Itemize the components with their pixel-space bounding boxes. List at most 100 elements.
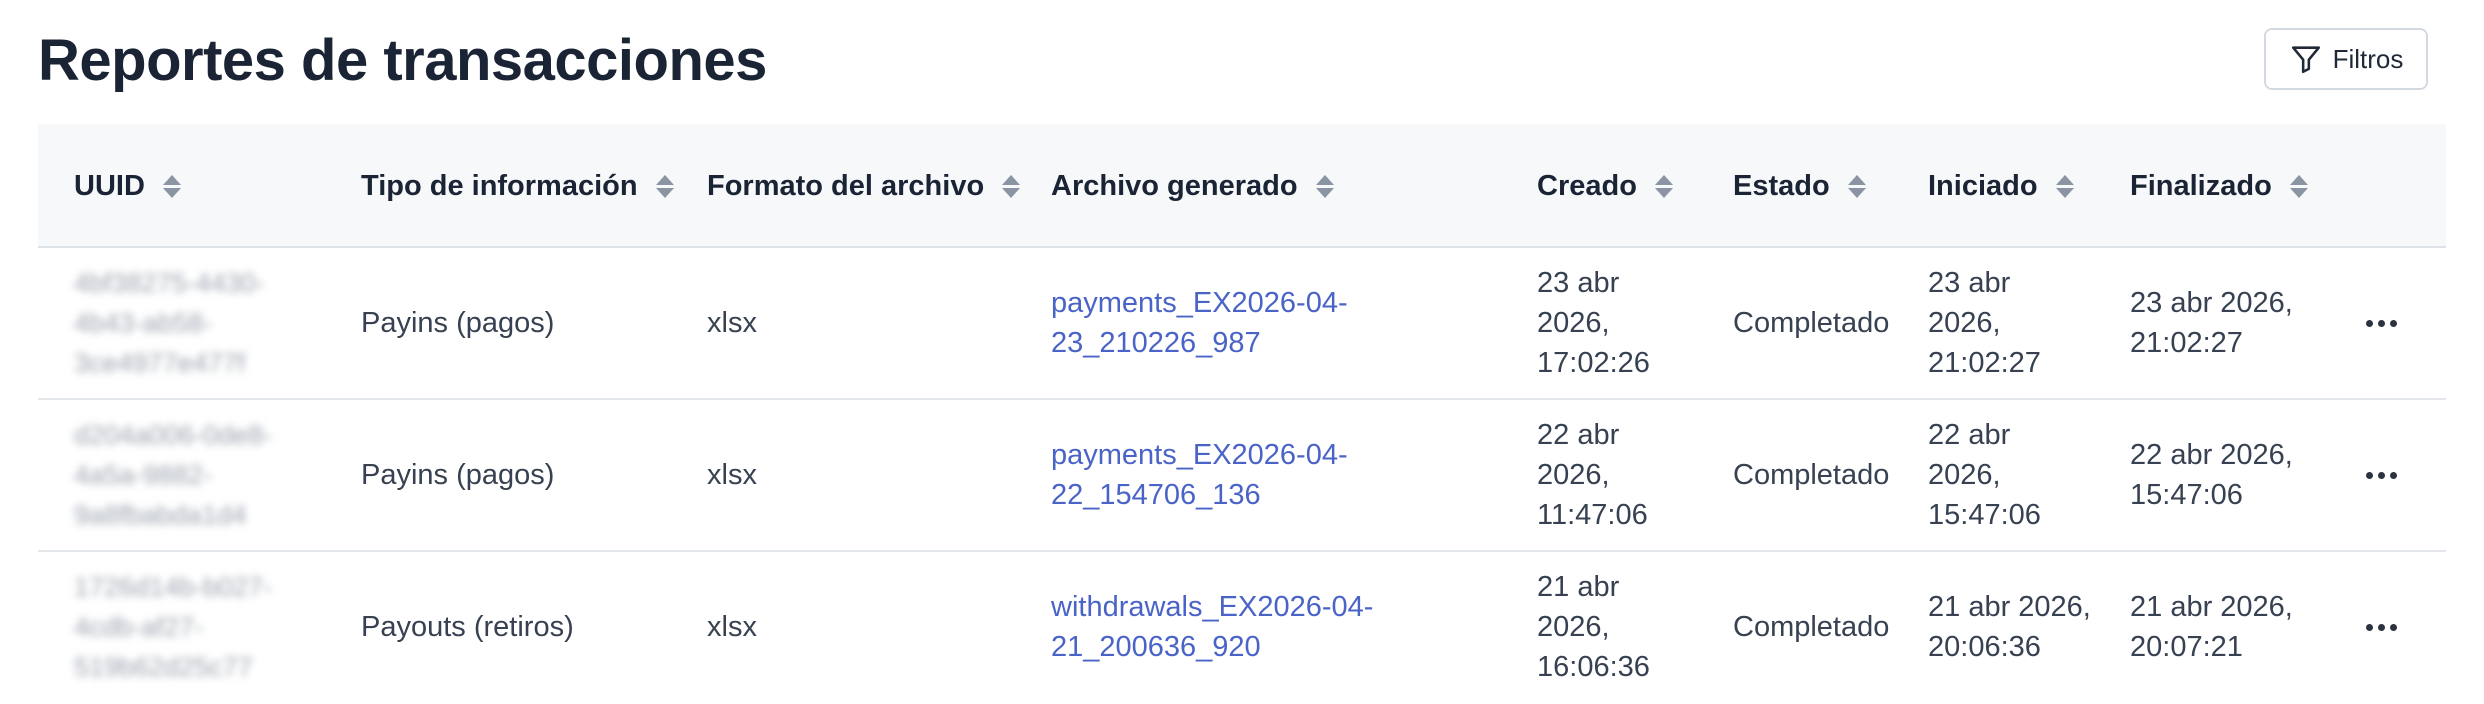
file-link-text: withdrawals_EX2026-04- [1051, 591, 1374, 623]
uuid-text: 519b62d25c77 [74, 652, 253, 682]
created-text: 2026, [1537, 307, 1610, 339]
table-header: UUID Tipo de información Formato del arc… [38, 124, 2446, 248]
uuid-text: 3ce4977e477f [74, 348, 246, 378]
created-text: 2026, [1537, 459, 1610, 491]
column-header-created[interactable]: Creado [1537, 124, 1673, 248]
created-cell: 22 abr 2026, 11:47:06 [1537, 400, 1648, 550]
sort-icon[interactable] [162, 174, 181, 198]
column-header-uuid[interactable]: UUID [74, 124, 181, 248]
sort-icon[interactable] [655, 174, 674, 198]
started-text: 2026, [1928, 459, 2001, 491]
page-title: Reportes de transacciones [38, 28, 767, 93]
uuid-text: 4a5a-9882- [74, 460, 213, 490]
column-header-type[interactable]: Tipo de información [361, 124, 674, 248]
type-cell: Payouts (retiros) [361, 611, 574, 643]
row-actions-icon[interactable] [2356, 400, 2406, 550]
finished-cell: 23 abr 2026, 21:02:27 [2130, 248, 2293, 398]
column-header-label: Formato del archivo [707, 169, 985, 202]
generated-file-link[interactable]: withdrawals_EX2026-04- 21_200636_920 [1051, 587, 1373, 667]
reports-table: UUID Tipo de información Formato del arc… [38, 124, 2446, 704]
file-link-text: payments_EX2026-04- [1051, 287, 1348, 319]
filter-icon [2291, 46, 2320, 74]
finished-text: 20:07:21 [2130, 631, 2243, 663]
sort-icon[interactable] [2289, 174, 2308, 198]
filter-button[interactable]: Filtros [2264, 28, 2428, 90]
created-text: 22 abr [1537, 419, 1620, 451]
row-actions-icon[interactable] [2356, 248, 2406, 398]
started-text: 23 abr [1928, 267, 2011, 299]
started-text: 15:47:06 [1928, 499, 2041, 531]
started-cell: 22 abr 2026, 15:47:06 [1928, 400, 2041, 550]
finished-text: 21:02:27 [2130, 327, 2243, 359]
started-text: 22 abr [1928, 419, 2011, 451]
column-header-label: Tipo de información [361, 169, 638, 202]
started-text: 2026, [1928, 307, 2001, 339]
sort-icon[interactable] [2055, 174, 2074, 198]
generated-file-link[interactable]: payments_EX2026-04- 22_154706_136 [1051, 435, 1348, 515]
column-header-format[interactable]: Formato del archivo [707, 124, 1021, 248]
page: Reportes de transacciones Filtros UUID T… [0, 0, 2484, 704]
file-cell: payments_EX2026-04- 23_210226_987 [1051, 248, 1348, 398]
format-cell: xlsx [707, 611, 757, 643]
created-text: 21 abr [1537, 571, 1620, 603]
created-text: 2026, [1537, 611, 1610, 643]
uuid-text: 9a8fbabda1d4 [74, 500, 247, 530]
file-link-text: 21_200636_920 [1051, 631, 1261, 663]
started-text: 21 abr 2026, [1928, 591, 2091, 623]
table-row: d204a006-0de8- 4a5a-9882- 9a8fbabda1d4 P… [38, 400, 2446, 552]
uuid-text: 4bf38275-4430- [74, 268, 265, 298]
status-cell: Completado [1733, 611, 1890, 643]
started-text: 20:06:36 [1928, 631, 2041, 663]
sort-icon[interactable] [1002, 174, 1021, 198]
started-cell: 23 abr 2026, 21:02:27 [1928, 248, 2041, 398]
file-cell: payments_EX2026-04- 22_154706_136 [1051, 400, 1348, 550]
filter-button-label: Filtros [2332, 43, 2404, 74]
type-cell: Payins (pagos) [361, 459, 555, 491]
created-cell: 23 abr 2026, 17:02:26 [1537, 248, 1650, 398]
uuid-cell: 1726d14b-b027- 4cdb-af27- 519b62d25c77 [74, 552, 314, 702]
uuid-text: 4cdb-af27- [74, 612, 204, 642]
file-link-text: 23_210226_987 [1051, 327, 1261, 359]
row-actions-icon[interactable] [2356, 552, 2406, 702]
column-header-label: Archivo generado [1051, 169, 1298, 202]
table-row: 1726d14b-b027- 4cdb-af27- 519b62d25c77 P… [38, 552, 2446, 704]
sort-icon[interactable] [1315, 174, 1334, 198]
column-header-started[interactable]: Iniciado [1928, 124, 2074, 248]
created-text: 23 abr [1537, 267, 1620, 299]
file-link-text: payments_EX2026-04- [1051, 439, 1348, 471]
column-header-label: Creado [1537, 169, 1637, 202]
uuid-cell: d204a006-0de8- 4a5a-9882- 9a8fbabda1d4 [74, 400, 314, 550]
column-header-label: Iniciado [1928, 169, 2038, 202]
finished-text: 21 abr 2026, [2130, 591, 2293, 623]
type-cell: Payins (pagos) [361, 307, 555, 339]
finished-text: 15:47:06 [2130, 479, 2243, 511]
sort-icon[interactable] [1654, 174, 1673, 198]
column-header-finished[interactable]: Finalizado [2130, 124, 2308, 248]
format-cell: xlsx [707, 307, 757, 339]
created-cell: 21 abr 2026, 16:06:36 [1537, 552, 1650, 702]
started-cell: 21 abr 2026, 20:06:36 [1928, 552, 2091, 702]
created-text: 11:47:06 [1537, 499, 1648, 531]
uuid-text: 4b43-ab58- [74, 308, 213, 338]
started-text: 21:02:27 [1928, 347, 2041, 379]
uuid-text: 1726d14b-b027- [74, 572, 273, 602]
status-cell: Completado [1733, 459, 1890, 491]
finished-text: 23 abr 2026, [2130, 287, 2293, 319]
column-header-label: Finalizado [2130, 169, 2272, 202]
generated-file-link[interactable]: payments_EX2026-04- 23_210226_987 [1051, 283, 1348, 363]
column-header-file[interactable]: Archivo generado [1051, 124, 1334, 248]
table-row: 4bf38275-4430- 4b43-ab58- 3ce4977e477f P… [38, 248, 2446, 400]
column-header-status[interactable]: Estado [1733, 124, 1866, 248]
created-text: 16:06:36 [1537, 651, 1650, 683]
finished-text: 22 abr 2026, [2130, 439, 2293, 471]
finished-cell: 22 abr 2026, 15:47:06 [2130, 400, 2293, 550]
finished-cell: 21 abr 2026, 20:07:21 [2130, 552, 2293, 702]
file-link-text: 22_154706_136 [1051, 479, 1261, 511]
format-cell: xlsx [707, 459, 757, 491]
sort-icon[interactable] [1847, 174, 1866, 198]
column-header-label: UUID [74, 169, 145, 202]
uuid-cell: 4bf38275-4430- 4b43-ab58- 3ce4977e477f [74, 248, 314, 398]
created-text: 17:02:26 [1537, 347, 1650, 379]
uuid-text: d204a006-0de8- [74, 420, 273, 450]
file-cell: withdrawals_EX2026-04- 21_200636_920 [1051, 552, 1373, 702]
